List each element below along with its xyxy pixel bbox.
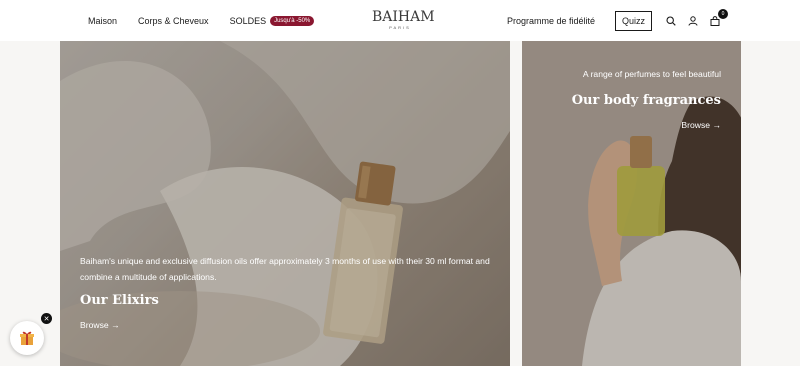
cart-icon[interactable]: 0	[708, 8, 729, 28]
image-overlay	[522, 41, 741, 366]
elixirs-browse-link[interactable]: Browse →	[80, 320, 120, 330]
close-icon[interactable]: ✕	[41, 313, 52, 324]
nav-soldes-group[interactable]: SOLDES Jusqu'à -50%	[230, 15, 315, 26]
loyalty-link[interactable]: Programme de fidélité	[507, 16, 595, 26]
fragrances-browse-link[interactable]: Browse →	[681, 120, 721, 130]
nav-maison[interactable]: Maison	[88, 16, 117, 26]
quizz-button[interactable]: Quizz	[615, 10, 653, 31]
body-fragrances-banner[interactable]: A range of perfumes to feel beautiful Ou…	[522, 41, 741, 366]
account-icon[interactable]	[686, 14, 700, 28]
nav-soldes[interactable]: SOLDES	[230, 16, 267, 26]
site-header: Maison Corps & Cheveux SOLDES Jusqu'à -5…	[0, 0, 800, 41]
image-overlay	[60, 41, 510, 366]
search-icon[interactable]	[664, 14, 678, 28]
logo-subtitle: PARIS	[389, 25, 411, 30]
cart-count-badge: 0	[718, 8, 729, 19]
fragrances-subtitle: A range of perfumes to feel beautiful	[582, 69, 721, 79]
nav-corps-cheveux[interactable]: Corps & Cheveux	[138, 16, 209, 26]
elixirs-description: Baiham's unique and exclusive diffusion …	[80, 256, 490, 282]
gift-icon	[20, 331, 34, 345]
main-nav: Maison Corps & Cheveux SOLDES Jusqu'à -5…	[88, 0, 315, 41]
elixirs-title: Our Elixirs	[80, 293, 159, 308]
fragrances-title: Our body fragrances	[571, 93, 721, 108]
logo-wordmark: BAIHAM	[372, 9, 435, 25]
elixirs-banner[interactable]: Baiham's unique and exclusive diffusion …	[60, 41, 510, 366]
gift-widget-button[interactable]	[10, 321, 44, 355]
header-actions: Programme de fidélité Quizz 0	[507, 0, 730, 41]
sale-badge: Jusqu'à -50%	[270, 15, 315, 26]
brand-logo[interactable]: BAIHAM PARIS	[372, 9, 435, 30]
